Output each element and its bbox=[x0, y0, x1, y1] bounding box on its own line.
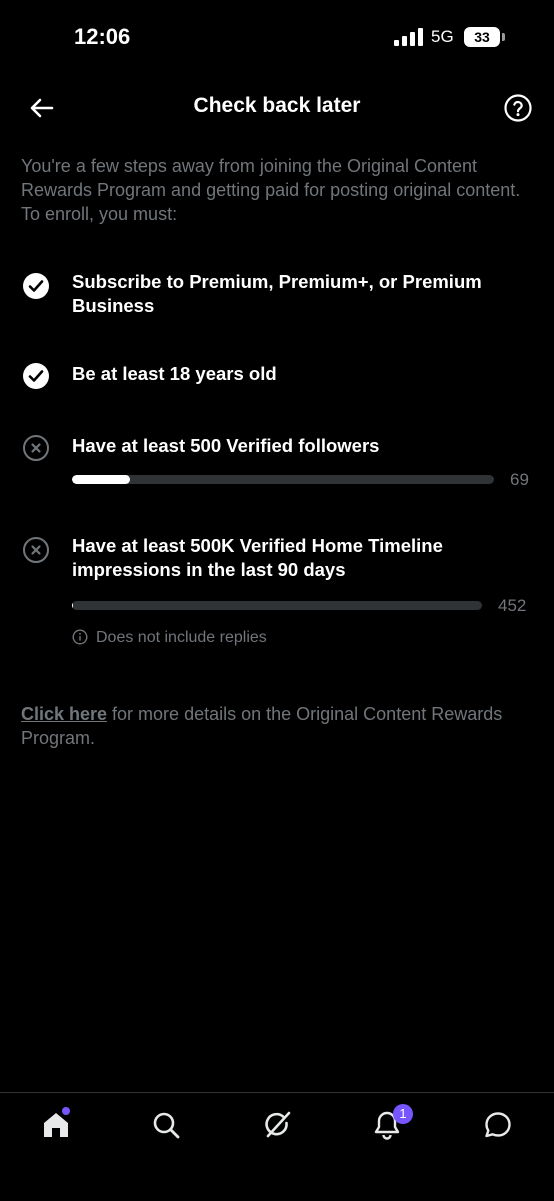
network-type: 5G bbox=[431, 27, 454, 47]
requirement-label: Have at least 500 Verified followers bbox=[72, 434, 532, 458]
intro-text: You're a few steps away from joining the… bbox=[21, 154, 533, 226]
status-time: 12:06 bbox=[74, 24, 130, 50]
status-bar: 12:06 5G 33 bbox=[0, 0, 554, 76]
requirement-label: Subscribe to Premium, Premium+, or Premi… bbox=[72, 270, 532, 318]
signal-icon bbox=[394, 28, 424, 46]
grok-icon[interactable] bbox=[261, 1109, 293, 1141]
check-circle-icon bbox=[22, 362, 50, 390]
info-icon bbox=[72, 629, 88, 645]
top-bar: Check back later bbox=[0, 84, 554, 132]
progress-bar bbox=[72, 601, 482, 610]
messages-icon[interactable] bbox=[482, 1109, 514, 1141]
x-circle-icon bbox=[22, 434, 50, 462]
requirement-label: Have at least 500K Verified Home Timelin… bbox=[72, 534, 532, 582]
requirement-note: Does not include replies bbox=[72, 629, 267, 647]
x-circle-icon bbox=[22, 536, 50, 564]
details-text: Click here for more details on the Origi… bbox=[21, 702, 533, 750]
bottom-tab-bar bbox=[0, 1092, 554, 1201]
help-icon[interactable] bbox=[502, 92, 534, 124]
progress-bar bbox=[72, 475, 494, 484]
click-here-link[interactable]: Click here bbox=[21, 704, 107, 724]
search-icon[interactable] bbox=[150, 1109, 182, 1141]
notification-badge: 1 bbox=[393, 1104, 413, 1124]
battery-icon: 33 bbox=[464, 27, 500, 47]
note-text: Does not include replies bbox=[96, 629, 267, 646]
requirement-label: Be at least 18 years old bbox=[72, 362, 532, 386]
progress-count: 452 bbox=[498, 596, 526, 616]
progress-fill bbox=[72, 475, 130, 484]
home-unread-dot bbox=[62, 1107, 70, 1115]
page-title: Check back later bbox=[0, 94, 554, 118]
check-circle-icon bbox=[22, 272, 50, 300]
progress-count: 69 bbox=[510, 470, 529, 490]
